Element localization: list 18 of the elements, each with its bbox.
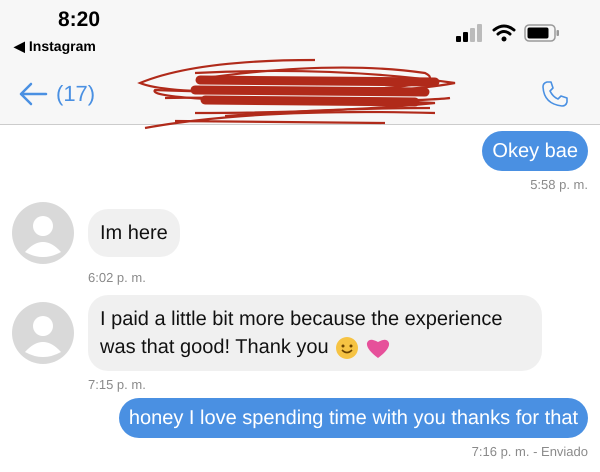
avatar-icon (12, 202, 74, 264)
message-timestamp: 5:58 p. m. (529, 177, 588, 192)
smiley-icon (334, 336, 359, 360)
received-message-bubble: I paid a little bit more because the experience was that good! Thank you (88, 295, 542, 371)
back-to-app-link[interactable]: ◀ Instagram (14, 38, 96, 54)
received-message-bubble: Im here (88, 209, 180, 257)
sent-message-bubble: Okey bae (482, 131, 588, 171)
avatar-icon (12, 302, 74, 364)
message-timestamp: 7:15 p. m. (88, 377, 147, 392)
status-time: 8:20 (58, 8, 100, 32)
wifi-icon (492, 24, 516, 42)
phone-icon[interactable] (540, 79, 570, 109)
message-timestamp: 7:16 p. m. - Enviado (470, 444, 588, 459)
back-arrow-icon (18, 82, 48, 106)
battery-icon (524, 24, 560, 42)
message-timestamp: 6:02 p. m. (88, 270, 147, 285)
sent-message-bubble: honey I love spending time with you thanks for that (118, 398, 588, 438)
signal-icon (456, 24, 484, 42)
